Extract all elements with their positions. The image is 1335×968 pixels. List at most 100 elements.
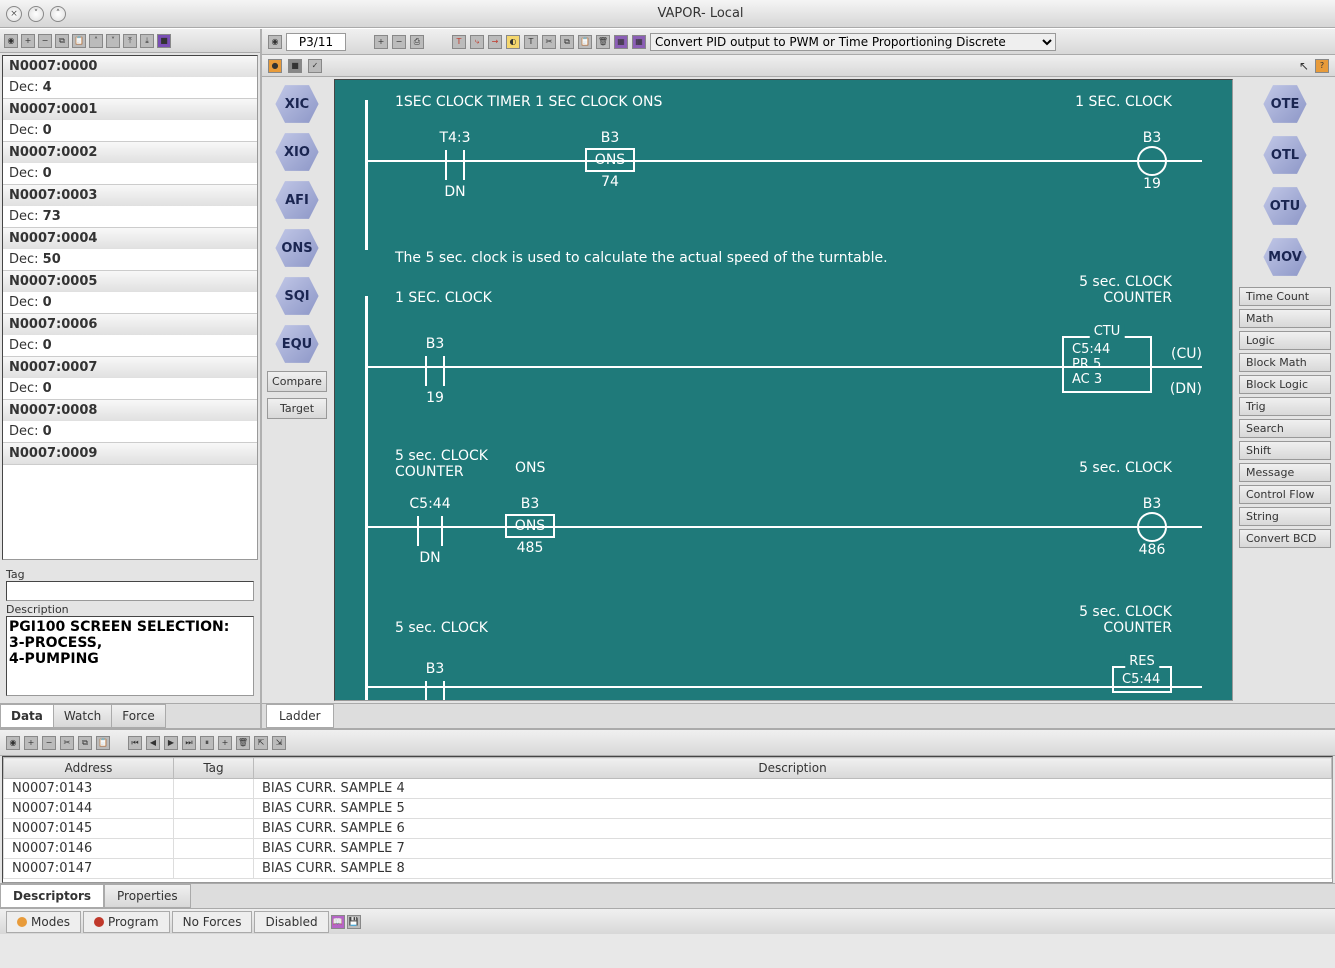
copy-icon[interactable]: ⧉ <box>78 736 92 750</box>
category-convert-bcd[interactable]: Convert BCD <box>1239 529 1331 548</box>
status-program[interactable]: Program <box>83 911 170 933</box>
zoom-in-icon[interactable]: + <box>24 736 38 750</box>
grid1-icon[interactable]: ▦ <box>614 35 628 49</box>
instr-sqi[interactable]: SQI <box>273 275 321 317</box>
zoom-in-icon[interactable]: + <box>374 35 388 49</box>
instr-mov[interactable]: MOV <box>1261 236 1309 278</box>
instr-afi[interactable]: AFI <box>273 179 321 221</box>
data-row[interactable]: N0007:0005Dec: 0 <box>3 271 257 314</box>
instr-ons[interactable]: ONS <box>273 227 321 269</box>
paste-icon[interactable]: 📋 <box>578 35 592 49</box>
extend-icon[interactable]: → <box>488 35 502 49</box>
minimize-icon[interactable]: ˅ <box>28 6 44 22</box>
cut-icon[interactable]: ✂ <box>542 35 556 49</box>
yellow-icon[interactable]: ◐ <box>506 35 520 49</box>
zoom-out-icon[interactable]: − <box>42 736 56 750</box>
instruction-dropdown[interactable]: Convert PID output to PWM or Time Propor… <box>650 33 1056 51</box>
category-message[interactable]: Message <box>1239 463 1331 482</box>
category-time-count[interactable]: Time Count <box>1239 287 1331 306</box>
btn-target[interactable]: Target <box>267 398 327 419</box>
purple-icon[interactable]: ■ <box>157 34 171 48</box>
table-row[interactable]: N0007:0147BIAS CURR. SAMPLE 8 <box>4 859 1332 879</box>
bottom-icon[interactable]: ⤓ <box>140 34 154 48</box>
label-icon[interactable]: T <box>524 35 538 49</box>
tab-ladder[interactable]: Ladder <box>266 704 334 728</box>
instr-otu[interactable]: OTU <box>1261 185 1309 227</box>
delete-icon[interactable]: 🗑 <box>596 35 610 49</box>
zoom-in-icon[interactable]: + <box>21 34 35 48</box>
tab-properties[interactable]: Properties <box>104 884 191 908</box>
description-input[interactable] <box>6 616 254 696</box>
instr-xic[interactable]: XIC <box>273 83 321 125</box>
prev-icon[interactable]: ◀ <box>146 736 160 750</box>
col-address[interactable]: Address <box>4 758 174 779</box>
ladder-canvas[interactable]: 1SEC CLOCK TIMER 1 SEC CLOCK ONS 1 SEC. … <box>334 79 1233 701</box>
copy-icon[interactable]: ⧉ <box>560 35 574 49</box>
delete-icon[interactable]: 🗑 <box>236 736 250 750</box>
data-row[interactable]: N0007:0004Dec: 50 <box>3 228 257 271</box>
last-icon[interactable]: ⏭ <box>182 736 196 750</box>
cut-icon[interactable]: ✂ <box>60 736 74 750</box>
col-description[interactable]: Description <box>254 758 1332 779</box>
data-row[interactable]: N0007:0003Dec: 73 <box>3 185 257 228</box>
first-icon[interactable]: ⏮ <box>128 736 142 750</box>
tab-descriptors[interactable]: Descriptors <box>0 884 104 908</box>
print-icon[interactable]: ⎙ <box>410 35 424 49</box>
instr-otl[interactable]: OTL <box>1261 134 1309 176</box>
category-control-flow[interactable]: Control Flow <box>1239 485 1331 504</box>
pause-icon[interactable]: ⏸ <box>200 736 214 750</box>
tag-input[interactable] <box>6 581 254 601</box>
category-trig[interactable]: Trig <box>1239 397 1331 416</box>
data-row[interactable]: N0007:0009 <box>3 443 257 465</box>
next-icon[interactable]: ▶ <box>164 736 178 750</box>
close-icon[interactable]: × <box>6 6 22 22</box>
table-row[interactable]: N0007:0146BIAS CURR. SAMPLE 7 <box>4 839 1332 859</box>
tab-data[interactable]: Data <box>0 704 54 728</box>
import-icon[interactable]: ⇲ <box>272 736 286 750</box>
category-logic[interactable]: Logic <box>1239 331 1331 350</box>
zoom-out-icon[interactable]: − <box>38 34 52 48</box>
data-list[interactable]: N0007:0000Dec: 4N0007:0001Dec: 0 N0007:00… <box>2 55 258 560</box>
top-icon[interactable]: ⤒ <box>123 34 137 48</box>
descriptors-table[interactable]: Address Tag Description N0007:0143BIAS C… <box>2 756 1333 883</box>
target-icon[interactable]: ◉ <box>6 736 20 750</box>
instr-ote[interactable]: OTE <box>1261 83 1309 125</box>
data-row[interactable]: N0007:0008Dec: 0 <box>3 400 257 443</box>
tab-force[interactable]: Force <box>111 704 165 728</box>
copy-icon[interactable]: ⧉ <box>55 34 69 48</box>
status-modes[interactable]: Modes <box>6 911 81 933</box>
instr-xio[interactable]: XIO <box>273 131 321 173</box>
grid2-icon[interactable]: ▦ <box>632 35 646 49</box>
paste-icon[interactable]: 📋 <box>72 34 86 48</box>
category-string[interactable]: String <box>1239 507 1331 526</box>
orange-dot-icon[interactable]: ● <box>268 59 282 73</box>
category-block-math[interactable]: Block Math <box>1239 353 1331 372</box>
add-icon[interactable]: + <box>218 736 232 750</box>
help-icon[interactable]: ? <box>1315 59 1329 73</box>
tab-watch[interactable]: Watch <box>53 704 112 728</box>
table-row[interactable]: N0007:0144BIAS CURR. SAMPLE 5 <box>4 799 1332 819</box>
status-forces[interactable]: No Forces <box>172 911 253 933</box>
category-block-logic[interactable]: Block Logic <box>1239 375 1331 394</box>
target-icon[interactable]: ◉ <box>4 34 18 48</box>
data-row[interactable]: N0007:0001Dec: 0 <box>3 99 257 142</box>
category-shift[interactable]: Shift <box>1239 441 1331 460</box>
btn-compare[interactable]: Compare <box>267 371 327 392</box>
zoom-out-icon[interactable]: − <box>392 35 406 49</box>
export-icon[interactable]: ⇱ <box>254 736 268 750</box>
save-icon[interactable]: 💾 <box>347 915 361 929</box>
table-row[interactable]: N0007:0143BIAS CURR. SAMPLE 4 <box>4 779 1332 799</box>
category-math[interactable]: Math <box>1239 309 1331 328</box>
table-row[interactable]: N0007:0145BIAS CURR. SAMPLE 6 <box>4 819 1332 839</box>
maximize-icon[interactable]: ˄ <box>50 6 66 22</box>
paste-icon[interactable]: 📋 <box>96 736 110 750</box>
target-icon[interactable]: ◉ <box>268 35 282 49</box>
book-icon[interactable]: 📖 <box>331 915 345 929</box>
up-icon[interactable]: ˄ <box>89 34 103 48</box>
instr-equ[interactable]: EQU <box>273 323 321 365</box>
branch-icon[interactable]: ⤷ <box>470 35 484 49</box>
check-icon[interactable]: ✓ <box>308 59 322 73</box>
status-disabled[interactable]: Disabled <box>254 911 328 933</box>
data-row[interactable]: N0007:0000Dec: 4 <box>3 56 257 99</box>
data-row[interactable]: N0007:0007Dec: 0 <box>3 357 257 400</box>
